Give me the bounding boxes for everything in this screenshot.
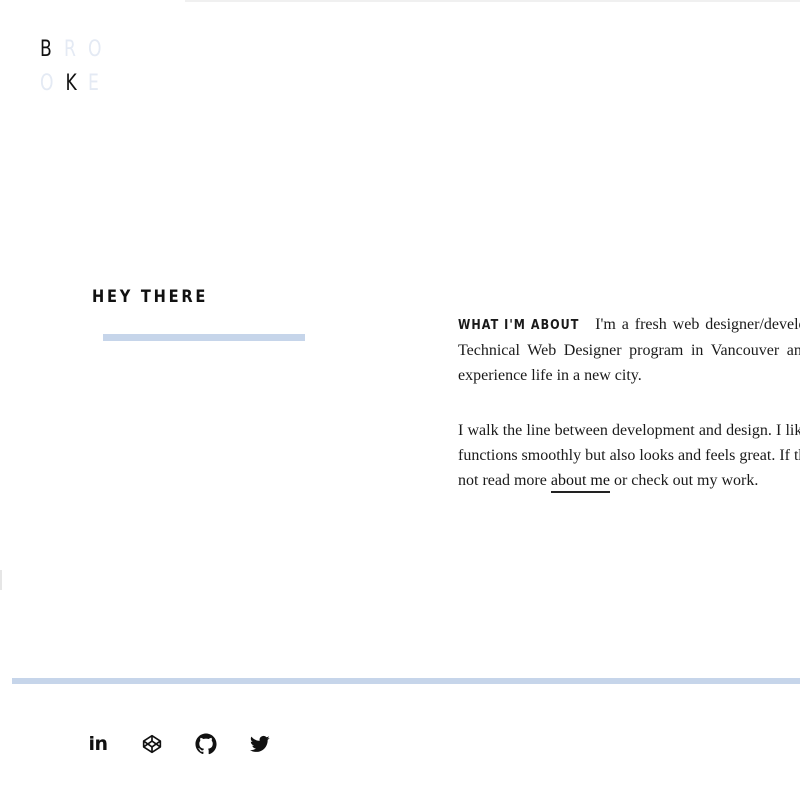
about-me-link[interactable]: about me	[550, 472, 610, 493]
logo-letter-o: O	[88, 37, 102, 62]
github-icon[interactable]	[194, 732, 218, 756]
top-divider	[185, 0, 800, 2]
site-logo[interactable]: B R O O K E	[40, 36, 112, 98]
twitter-icon[interactable]	[248, 732, 272, 756]
section-heading: HEY THERE	[92, 287, 209, 307]
logo-letter-e: E	[88, 71, 99, 96]
logo-letter-o2: O	[40, 71, 54, 96]
footer-divider	[12, 678, 800, 684]
intro-paragraph-2: I walk the line between development and …	[458, 418, 800, 493]
logo-letter-k: K	[65, 71, 77, 96]
intro-kicker: WHAT I'M ABOUT	[458, 318, 580, 333]
intro-paragraph-2-tail: or check out my work.	[609, 472, 759, 489]
intro-paragraph-1: WHAT I'M ABOUT I'm a fresh web designer/…	[458, 312, 800, 388]
codepen-icon[interactable]	[140, 732, 164, 756]
logo-letter-r: R	[64, 37, 76, 62]
linkedin-label: in	[88, 733, 108, 755]
intro-content: WHAT I'M ABOUT I'm a fresh web designer/…	[458, 312, 800, 493]
heading-underline-bar	[103, 334, 305, 341]
left-edge-mark	[0, 570, 2, 590]
linkedin-icon[interactable]: in	[86, 732, 110, 756]
logo-letter-b: B	[40, 37, 52, 62]
social-links: in	[86, 732, 302, 756]
